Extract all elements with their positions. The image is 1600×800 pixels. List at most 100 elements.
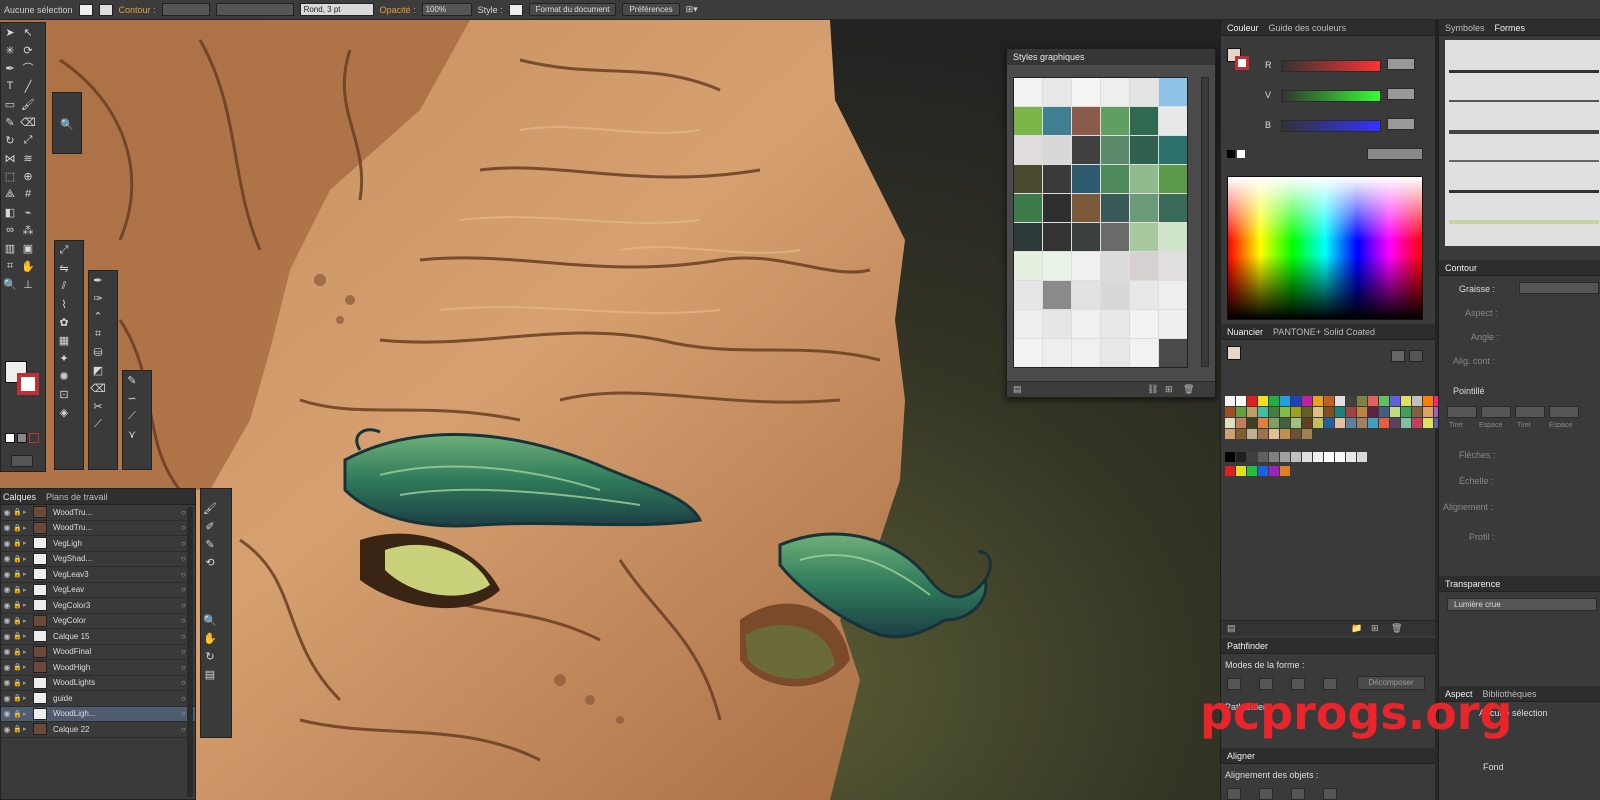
flare-tool-icon[interactable]: ✺ xyxy=(55,367,73,385)
swatch-library-icon[interactable]: ▤ xyxy=(1227,623,1236,634)
new-swatch-icon[interactable]: ⊞ xyxy=(1371,623,1379,634)
tab-symbols[interactable]: Symboles xyxy=(1445,23,1485,33)
color-swatch[interactable] xyxy=(1280,407,1290,417)
graphic-style-swatch[interactable] xyxy=(1159,78,1187,106)
lasso-select-icon[interactable]: ⟲ xyxy=(201,553,219,571)
slice-icon[interactable]: ◈ xyxy=(55,403,73,421)
color-swatch[interactable] xyxy=(1324,407,1334,417)
lock-icon[interactable]: 🔒 xyxy=(13,648,23,656)
graphic-style-swatch[interactable] xyxy=(1101,310,1129,338)
graphic-style-swatch[interactable] xyxy=(1014,165,1042,193)
eraser-tool-icon[interactable]: ⌫ xyxy=(19,113,37,131)
color-swatch[interactable] xyxy=(1236,407,1246,417)
graphic-style-swatch[interactable] xyxy=(1014,194,1042,222)
channel-b-field[interactable] xyxy=(1387,118,1415,130)
gray-swatch[interactable] xyxy=(1258,452,1268,462)
lock-icon[interactable]: 🔒 xyxy=(13,524,23,532)
color-swatch[interactable] xyxy=(1236,429,1246,439)
gray-swatch[interactable] xyxy=(1247,452,1257,462)
color-swatch[interactable] xyxy=(1335,407,1345,417)
graphic-style-swatch[interactable] xyxy=(1072,194,1100,222)
expand-caret-icon[interactable]: ▸ xyxy=(23,663,33,671)
graphic-style-swatch[interactable] xyxy=(1072,107,1100,135)
opacity-field[interactable]: 100% xyxy=(421,3,472,16)
color-swatch[interactable] xyxy=(1412,407,1422,417)
lock-icon[interactable]: 🔒 xyxy=(13,694,23,702)
channel-g-field[interactable] xyxy=(1387,88,1415,100)
graphic-style-swatch[interactable] xyxy=(1014,252,1042,280)
white-chip[interactable] xyxy=(1237,150,1245,158)
graphic-style-swatch[interactable] xyxy=(1014,339,1042,367)
eyedropper-icon[interactable]: ⌁ xyxy=(19,203,37,221)
accent-swatch[interactable] xyxy=(1269,466,1279,476)
layers-scrollbar[interactable] xyxy=(187,507,193,797)
shape-builder-icon[interactable]: ⊕ xyxy=(19,167,37,185)
layer-row[interactable]: ◉ 🔒 ▸ VegColor ○ xyxy=(1,614,195,629)
graphic-style-swatch[interactable] xyxy=(1130,194,1158,222)
color-swatch[interactable] xyxy=(1401,418,1411,428)
layer-row[interactable]: ◉ 🔒 ▸ WoodLights ○ xyxy=(1,676,195,691)
tab-pathfinder[interactable]: Pathfinder xyxy=(1227,641,1268,651)
color-swatch[interactable] xyxy=(1313,396,1323,406)
graphic-style-swatch[interactable] xyxy=(1101,136,1129,164)
lock-icon[interactable]: 🔒 xyxy=(13,539,23,547)
graphic-style-swatch[interactable] xyxy=(1130,136,1158,164)
color-mode-icon[interactable] xyxy=(5,433,15,443)
graphic-style-swatch[interactable] xyxy=(1043,310,1071,338)
accent-swatch[interactable] xyxy=(1280,466,1290,476)
symbol-sprayer-icon[interactable]: ⁂ xyxy=(19,221,37,239)
graphic-style-swatch[interactable] xyxy=(1014,281,1042,309)
graphic-styles-scrollbar[interactable] xyxy=(1201,77,1209,367)
gap-1-field[interactable] xyxy=(1481,406,1511,418)
ruler-icon[interactable]: ⊥ xyxy=(19,275,37,293)
channel-g-slider[interactable] xyxy=(1281,90,1381,102)
color-swatch[interactable] xyxy=(1247,418,1257,428)
expand-caret-icon[interactable]: ▸ xyxy=(23,694,33,702)
accent-swatch[interactable] xyxy=(1258,466,1268,476)
layer-row[interactable]: ◉ 🔒 ▸ WoodLigh... ○ xyxy=(1,706,195,722)
tab-brushes[interactable]: Formes xyxy=(1495,23,1526,33)
channel-r-slider[interactable] xyxy=(1281,60,1381,72)
rotate-tool-icon[interactable]: ↻ xyxy=(1,131,19,149)
visibility-eye-icon[interactable]: ◉ xyxy=(1,523,13,532)
rotate-view-icon[interactable]: ↻ xyxy=(201,647,219,665)
fill-swatch[interactable] xyxy=(78,3,93,16)
graphic-style-swatch[interactable] xyxy=(1072,136,1100,164)
layer-row[interactable]: ◉ 🔒 ▸ WoodHigh ○ xyxy=(1,660,195,676)
pencil-icon[interactable]: ✎ xyxy=(201,535,219,553)
blend-tool-icon[interactable]: ∞ xyxy=(1,221,19,239)
color-swatch[interactable] xyxy=(1401,396,1411,406)
color-swatch[interactable] xyxy=(1269,429,1279,439)
graphic-style-swatch[interactable] xyxy=(1101,194,1129,222)
color-swatch[interactable] xyxy=(1368,418,1378,428)
accent-swatch[interactable] xyxy=(1236,466,1246,476)
lock-icon[interactable]: 🔒 xyxy=(13,586,23,594)
expand-caret-icon[interactable]: ▸ xyxy=(23,648,33,656)
delete-style-icon[interactable]: 🗑 xyxy=(1183,384,1194,395)
graphic-style-swatch[interactable] xyxy=(1043,252,1071,280)
lasso-icon[interactable]: ⟳ xyxy=(19,41,37,59)
curvature-tool-icon[interactable]: ⌒ xyxy=(19,59,37,77)
pen-tool-icon[interactable]: ✒ xyxy=(1,59,19,77)
rectangle-tool-icon[interactable]: ▭ xyxy=(1,95,19,113)
stroke-weight-field[interactable] xyxy=(1519,282,1599,294)
align-center-icon[interactable] xyxy=(1259,788,1273,800)
document-setup-button[interactable]: Format du document xyxy=(528,3,617,16)
smooth-icon[interactable]: ∽ xyxy=(123,389,141,407)
break-link-icon[interactable]: ⛓ xyxy=(1147,384,1158,395)
lock-icon[interactable]: 🔒 xyxy=(13,725,23,733)
color-swatch[interactable] xyxy=(1258,418,1268,428)
graphic-style-swatch[interactable] xyxy=(1072,281,1100,309)
width-tool-icon[interactable]: ⋈ xyxy=(1,149,19,167)
star-tool-icon[interactable]: ✦ xyxy=(55,349,73,367)
visibility-eye-icon[interactable]: ◉ xyxy=(1,632,13,641)
color-swatch[interactable] xyxy=(1412,418,1422,428)
graphic-style-swatch[interactable] xyxy=(1101,339,1129,367)
layer-row[interactable]: ◉ 🔒 ▸ WoodTru... ○ xyxy=(1,505,195,521)
gray-swatch[interactable] xyxy=(1236,452,1246,462)
artboard-tool-icon[interactable]: ▣ xyxy=(19,239,37,257)
graphic-style-swatch[interactable] xyxy=(1072,310,1100,338)
graphic-style-swatch[interactable] xyxy=(1014,78,1042,106)
selection-tool-icon[interactable]: ➤ xyxy=(1,23,19,41)
color-swatch[interactable] xyxy=(1335,418,1345,428)
